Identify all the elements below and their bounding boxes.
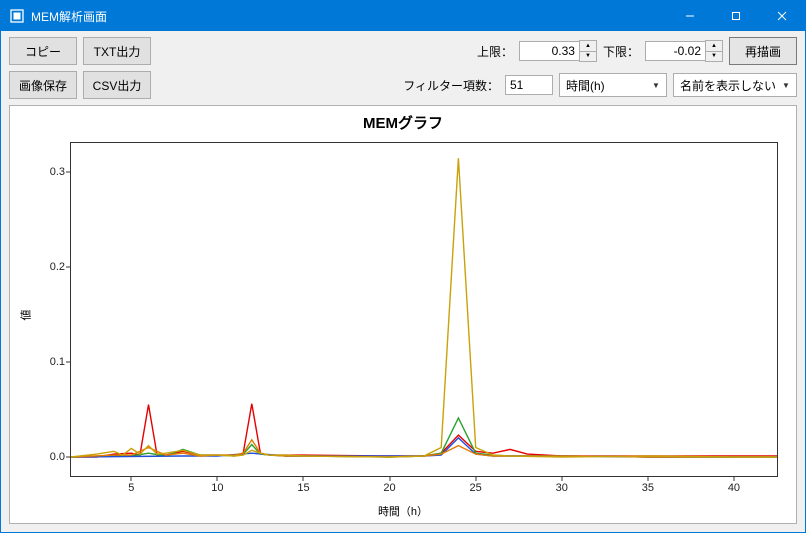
spin-up-icon[interactable]: ▲ [580, 41, 596, 52]
x-tick-label: 40 [728, 476, 740, 494]
plot-area: 0.00.10.20.3510152025303540 [70, 142, 778, 477]
name-display-value: 名前を表示しない [680, 77, 778, 94]
y-tick-label: 0.3 [50, 166, 71, 178]
series-red [71, 404, 777, 457]
chart-title: MEMグラフ [10, 112, 796, 133]
y-axis-label: 値 [18, 309, 34, 320]
lower-limit-field[interactable] [645, 41, 705, 61]
minimize-button[interactable] [667, 1, 713, 31]
series-orange [71, 440, 777, 457]
application-window: MEM解析画面 コピー TXT出力 上限： ▲ ▼ [0, 0, 806, 533]
x-tick-label: 30 [556, 476, 568, 494]
maximize-button[interactable] [713, 1, 759, 31]
chevron-down-icon: ▼ [648, 74, 664, 96]
csv-export-button[interactable]: CSV出力 [83, 71, 151, 99]
filter-count-input[interactable] [505, 75, 553, 95]
lower-limit-label: 下限： [603, 43, 639, 60]
copy-button[interactable]: コピー [9, 37, 77, 65]
lower-limit-input[interactable]: ▲ ▼ [645, 40, 723, 62]
window-title: MEM解析画面 [31, 8, 107, 25]
chevron-down-icon: ▼ [778, 74, 794, 96]
xaxis-unit-value: 時間(h) [566, 77, 648, 94]
chart-panel: MEMグラフ 値 時間（h） 0.00.10.20.35101520253035… [9, 105, 797, 524]
titlebar: MEM解析画面 [1, 1, 805, 31]
x-axis-label: 時間（h） [10, 503, 796, 519]
x-tick-label: 5 [128, 476, 134, 494]
x-tick-label: 10 [211, 476, 223, 494]
close-button[interactable] [759, 1, 805, 31]
redraw-button[interactable]: 再描画 [729, 37, 797, 65]
upper-limit-label: 上限： [477, 43, 513, 60]
x-tick-label: 20 [383, 476, 395, 494]
x-tick-label: 15 [297, 476, 309, 494]
txt-export-button[interactable]: TXT出力 [83, 37, 151, 65]
y-tick-label: 0.2 [50, 261, 71, 273]
upper-limit-input[interactable]: ▲ ▼ [519, 40, 597, 62]
spin-down-icon[interactable]: ▼ [706, 52, 722, 62]
series-gold [71, 158, 777, 457]
y-tick-label: 0.0 [50, 451, 71, 463]
upper-limit-field[interactable] [519, 41, 579, 61]
xaxis-unit-select[interactable]: 時間(h) ▼ [559, 73, 667, 97]
app-icon [9, 8, 25, 24]
spin-up-icon[interactable]: ▲ [706, 41, 722, 52]
toolbar: コピー TXT出力 上限： ▲ ▼ 下限： ▲ ▼ [1, 31, 805, 101]
y-tick-label: 0.1 [50, 356, 71, 368]
spin-down-icon[interactable]: ▼ [580, 52, 596, 62]
filter-count-label: フィルター項数： [403, 77, 499, 94]
chart-lines [71, 143, 777, 476]
image-save-button[interactable]: 画像保存 [9, 71, 77, 99]
name-display-select[interactable]: 名前を表示しない ▼ [673, 73, 797, 97]
x-tick-label: 35 [642, 476, 654, 494]
x-tick-label: 25 [470, 476, 482, 494]
